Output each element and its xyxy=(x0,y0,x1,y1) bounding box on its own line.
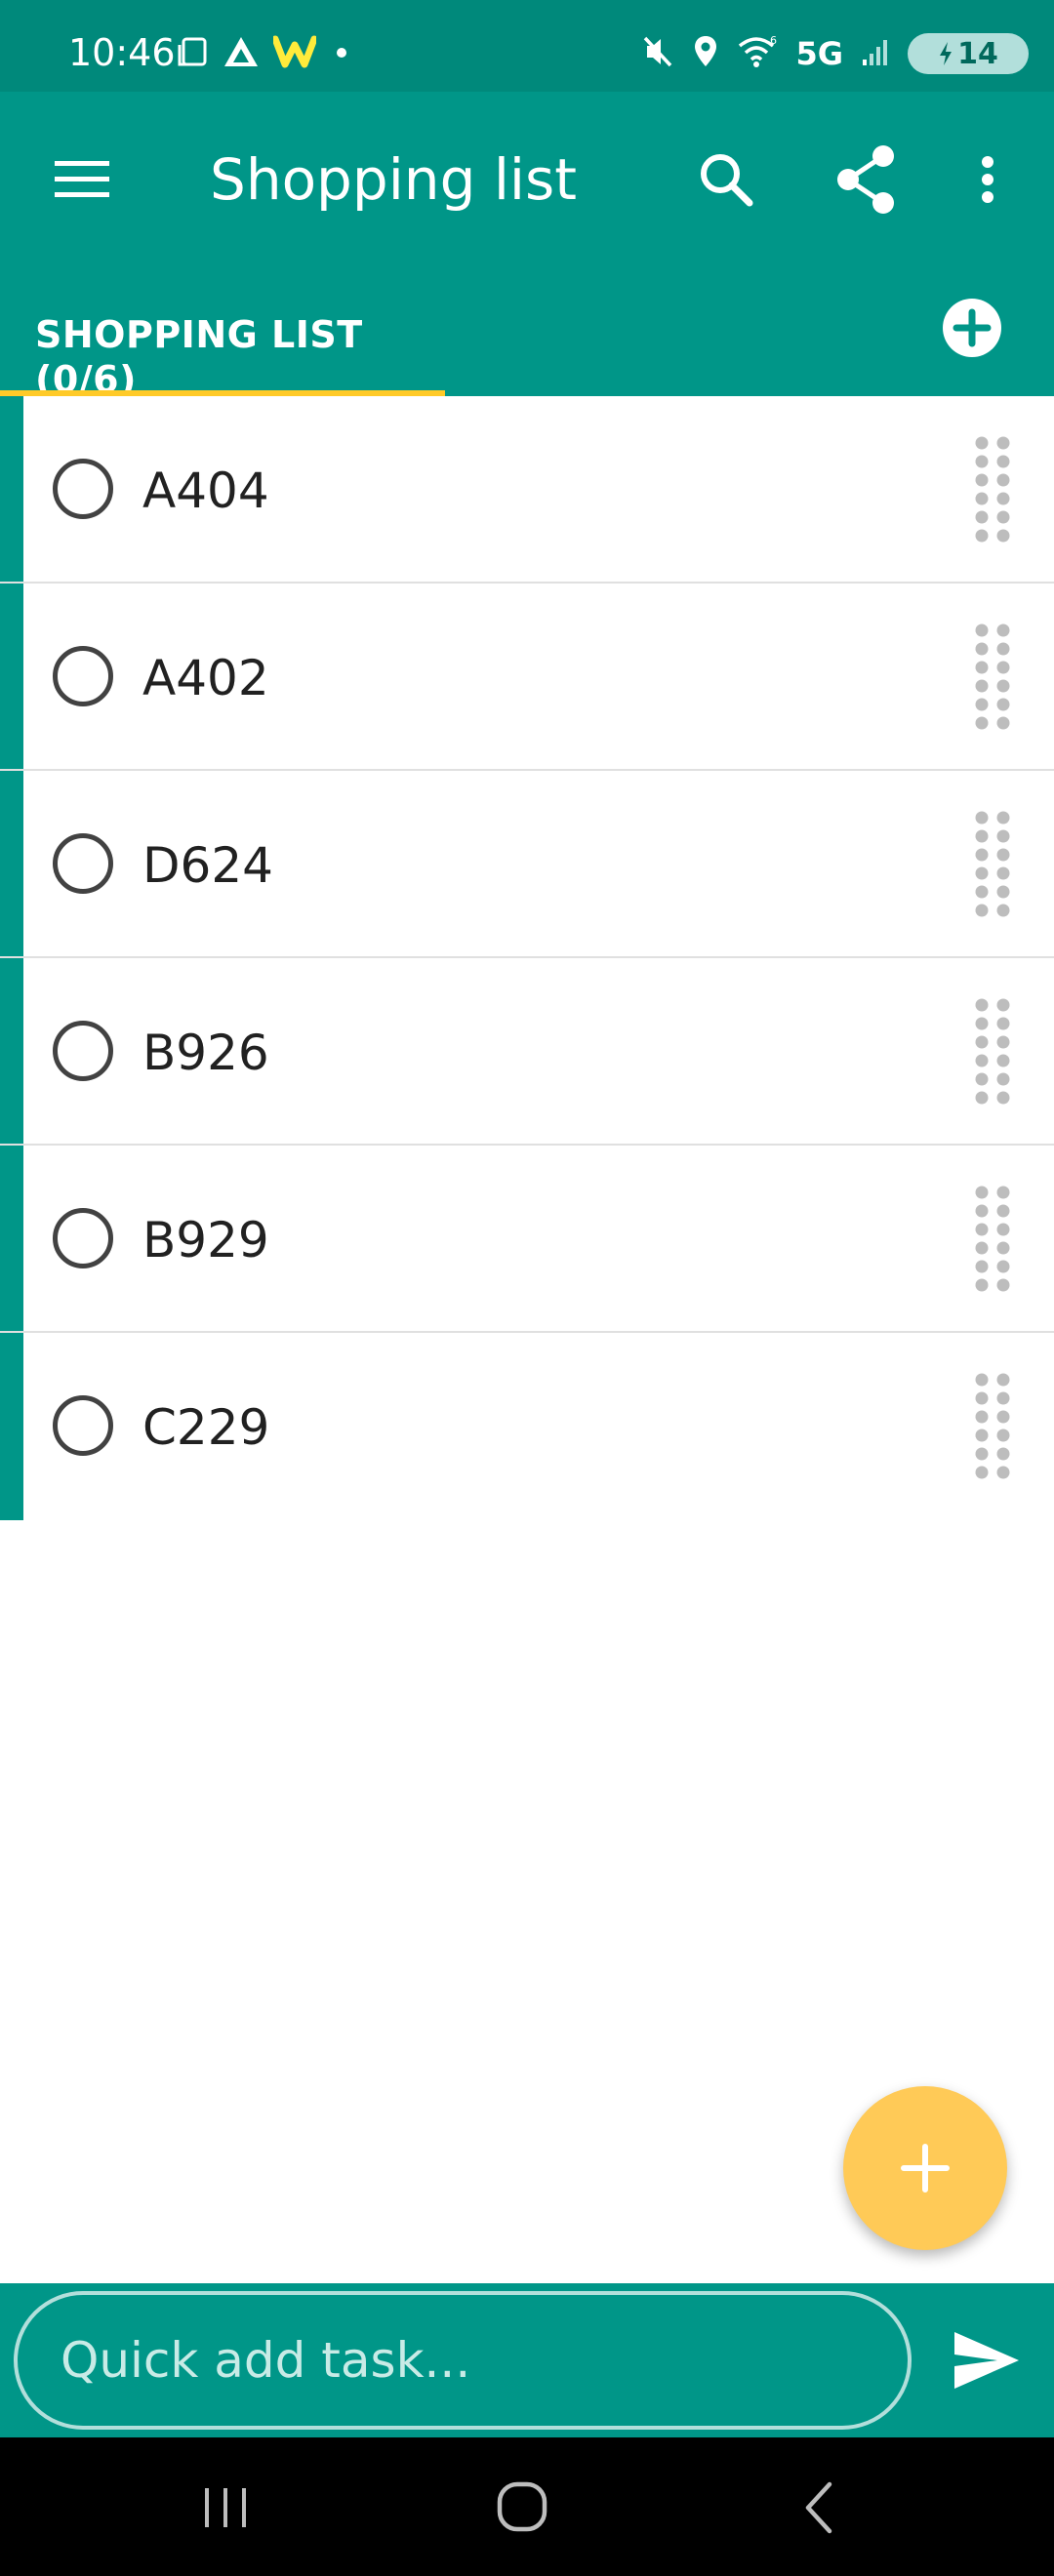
item-accent-bar xyxy=(0,958,23,1144)
add-list-button[interactable] xyxy=(941,297,1003,359)
system-nav-bar xyxy=(0,2437,1054,2576)
search-icon xyxy=(701,154,753,207)
list-item[interactable]: B929 xyxy=(0,1146,1054,1333)
shopping-list: A404 A402 D624 B926 B929 C229 xyxy=(0,396,1054,1520)
drag-handle-icon[interactable] xyxy=(974,1185,1011,1294)
send-icon xyxy=(954,2332,1019,2389)
app-bar: Shopping list SHOPPING LIST (0/6) xyxy=(0,92,1054,401)
dot-icon xyxy=(330,35,353,72)
status-right-icons: 6 5G 14 xyxy=(641,33,1029,74)
search-button[interactable] xyxy=(695,141,757,219)
home-icon xyxy=(497,2481,547,2532)
page-title: Shopping list xyxy=(210,146,578,213)
mute-icon xyxy=(641,34,674,73)
send-button[interactable] xyxy=(949,2322,1025,2398)
quick-add-input[interactable] xyxy=(14,2291,912,2430)
more-options-button[interactable] xyxy=(966,141,1009,219)
item-accent-bar xyxy=(0,1333,23,1520)
wifi-icon: 6 xyxy=(737,34,778,73)
add-circle-icon xyxy=(943,299,1001,357)
home-button[interactable] xyxy=(488,2476,556,2539)
item-accent-bar xyxy=(0,584,23,769)
drag-handle-icon[interactable] xyxy=(974,435,1011,544)
list-item[interactable]: C229 xyxy=(0,1333,1054,1520)
status-time: 10:46 xyxy=(68,31,176,74)
item-checkbox[interactable] xyxy=(53,1208,113,1268)
quick-add-bar xyxy=(0,2283,1054,2437)
status-left-icons xyxy=(176,35,353,72)
item-label: B926 xyxy=(142,1025,269,1081)
add-task-fab[interactable] xyxy=(843,2086,1007,2250)
svg-text:6: 6 xyxy=(770,34,777,47)
tab-label: SHOPPING LIST (0/6) xyxy=(35,313,363,401)
recent-apps-button[interactable] xyxy=(191,2476,260,2539)
item-label: A402 xyxy=(142,650,269,706)
list-item[interactable]: B926 xyxy=(0,958,1054,1146)
item-label: B929 xyxy=(142,1212,269,1268)
signal-icon xyxy=(861,34,890,73)
item-checkbox[interactable] xyxy=(53,459,113,519)
drag-handle-icon[interactable] xyxy=(974,623,1011,732)
menu-button[interactable] xyxy=(53,150,111,209)
w-logo-icon xyxy=(271,35,318,72)
more-vert-icon xyxy=(982,156,993,203)
recent-apps-icon xyxy=(205,2488,246,2527)
drag-handle-icon[interactable] xyxy=(974,997,1011,1107)
item-accent-bar xyxy=(0,771,23,956)
item-label: A404 xyxy=(142,463,269,519)
status-bar: 10:46 6 5G 14 xyxy=(0,0,1054,92)
back-button[interactable] xyxy=(787,2476,855,2539)
drag-handle-icon[interactable] xyxy=(974,1372,1011,1481)
screen-icon xyxy=(176,35,209,72)
item-accent-bar xyxy=(0,396,23,582)
item-checkbox[interactable] xyxy=(53,833,113,894)
app-triangle-icon xyxy=(223,35,260,72)
back-icon xyxy=(805,2481,832,2534)
item-accent-bar xyxy=(0,1146,23,1331)
network-type: 5G xyxy=(795,35,843,72)
item-label: C229 xyxy=(142,1399,270,1456)
list-item[interactable]: A402 xyxy=(0,584,1054,771)
battery-level: 14 xyxy=(957,36,998,71)
list-item[interactable]: A404 xyxy=(0,396,1054,584)
location-icon xyxy=(692,34,719,73)
item-checkbox[interactable] xyxy=(53,1021,113,1081)
list-item[interactable]: D624 xyxy=(0,771,1054,958)
battery-icon: 14 xyxy=(908,33,1029,74)
menu-icon xyxy=(55,161,109,197)
item-checkbox[interactable] xyxy=(53,646,113,706)
item-checkbox[interactable] xyxy=(53,1395,113,1456)
item-label: D624 xyxy=(142,837,273,894)
plus-icon xyxy=(901,2144,950,2193)
share-icon xyxy=(837,145,894,214)
tab-shopping-list[interactable]: SHOPPING LIST (0/6) xyxy=(0,277,445,401)
share-button[interactable] xyxy=(834,141,897,219)
drag-handle-icon[interactable] xyxy=(974,810,1011,919)
